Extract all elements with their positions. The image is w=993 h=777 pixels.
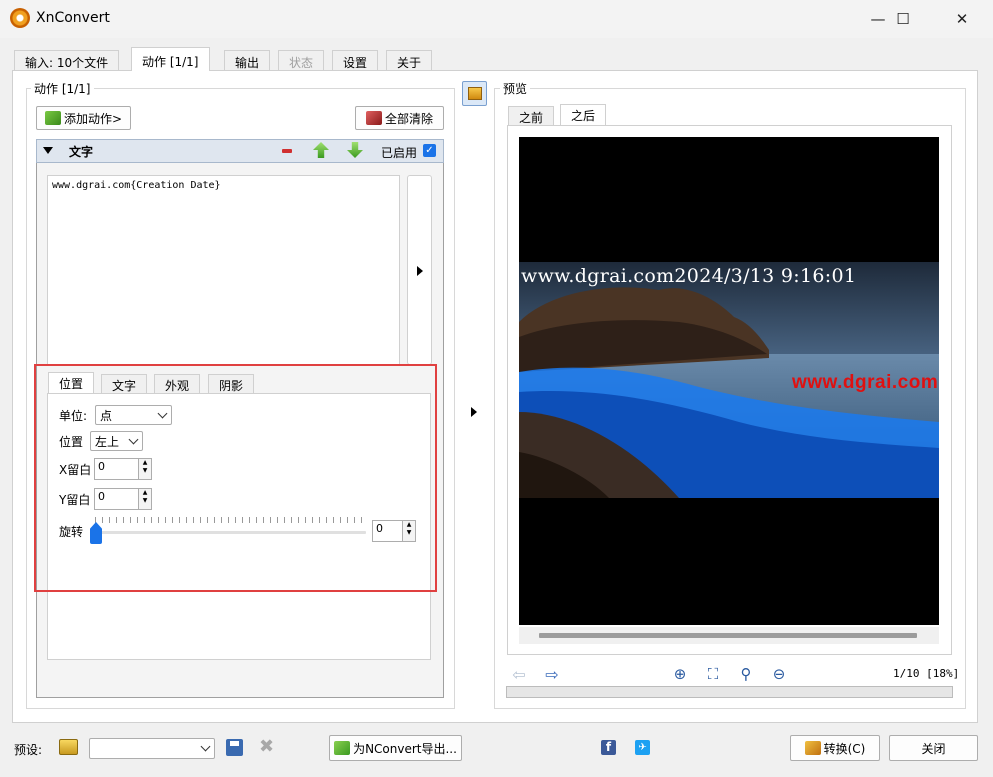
save-preset-icon[interactable] [226,739,243,756]
add-action-button[interactable]: 添加动作> [36,106,131,130]
next-arrow-icon[interactable]: ⇨ [543,665,561,684]
close-window-button[interactable]: ✕ [939,4,985,34]
tab-about[interactable]: 关于 [386,50,433,70]
chevron-down-icon [200,741,211,752]
clear-all-icon [365,111,382,125]
clear-all-button[interactable]: 全部清除 [355,106,444,130]
title-bar [0,0,993,38]
clear-all-label: 全部清除 [384,111,433,126]
highlight-box [34,364,437,592]
convert-icon [804,741,821,755]
previous-arrow-icon[interactable]: ⇦ [510,665,528,684]
maximize-icon: ☐ [896,10,910,28]
collapse-triangle-icon[interactable] [43,147,53,154]
action-text-input[interactable]: www.dgrai.com{Creation Date} [47,175,400,365]
tab-before[interactable]: 之前 [508,106,555,125]
toggle-preview-button[interactable] [462,81,487,106]
add-action-icon [44,111,61,125]
preset-select[interactable] [89,738,215,759]
preview-overlay-text: www.dgrai.com2024/3/13 9:16:01 [521,265,857,287]
expand-arrow-icon[interactable] [471,407,477,417]
enabled-label: 已启用 [381,146,418,160]
remove-action-icon[interactable] [282,149,292,153]
zoom-in-icon[interactable]: ⊕ [671,665,689,683]
maximize-button[interactable]: ☐ [880,4,926,34]
preview-group-label: 预览 [500,80,531,97]
insert-tag-button[interactable] [407,175,432,365]
preview-scrollbar[interactable] [519,627,939,644]
export-label: 为NConvert导出... [353,741,457,756]
tab-actions[interactable]: 动作 [1/1] [131,47,210,71]
tab-input[interactable]: 输入: 10个文件 [14,50,120,70]
enabled-checkbox[interactable]: ✓ [423,144,436,157]
facebook-icon[interactable]: f [601,740,616,755]
zoom-out-icon[interactable]: ⊖ [770,665,788,683]
fit-to-window-icon[interactable]: ⛶ [704,665,722,683]
save-icon-detail [230,741,239,746]
delete-preset-icon[interactable]: ✖ [259,736,274,757]
action-name: 文字 [69,145,94,159]
tab-settings[interactable]: 设置 [332,50,379,70]
twitter-icon[interactable]: ✈ [635,740,650,755]
export-icon [334,741,351,755]
close-icon: ✕ [955,10,969,28]
add-action-label: 添加动作> [63,111,123,126]
window-title: XnConvert [36,10,110,26]
actions-group-label: 动作 [1/1] [31,80,94,97]
close-label: 关闭 [921,741,946,756]
open-folder-icon[interactable] [59,739,78,755]
chevron-right-icon [417,266,423,276]
preset-label: 预设: [14,743,43,757]
close-button[interactable]: 关闭 [889,735,978,761]
export-nconvert-button[interactable]: 为NConvert导出... [329,735,462,761]
zoom-actual-icon[interactable]: ⚲ [737,665,755,683]
convert-button[interactable]: 转换(C) [790,735,880,761]
tab-after[interactable]: 之后 [560,104,607,126]
scrollbar-thumb[interactable] [539,633,917,638]
convert-label: 转换(C) [823,741,866,756]
watermark-text: www.dgrai.com [792,372,939,393]
image-icon [468,87,482,100]
xnconvert-app-icon [10,8,30,28]
page-info: 1/10 [18%] [893,667,960,680]
progress-bar [506,686,953,698]
tab-status: 状态 [278,50,325,70]
tab-output[interactable]: 输出 [224,50,271,70]
